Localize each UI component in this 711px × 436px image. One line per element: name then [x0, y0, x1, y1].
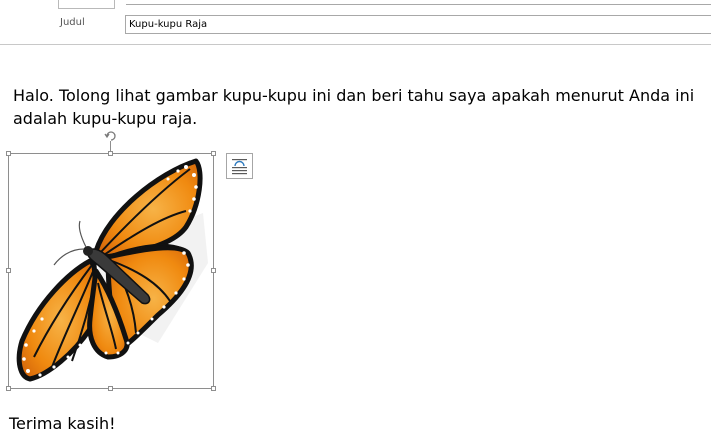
resize-handle-bottom[interactable]	[108, 386, 113, 391]
resize-handle-top[interactable]	[108, 151, 113, 156]
sign-off-text[interactable]: Terima kasih!	[9, 412, 116, 435]
header-field-line	[126, 4, 711, 5]
subject-input[interactable]: Kupu-kupu Raja	[125, 15, 711, 34]
layout-options-button[interactable]	[226, 153, 253, 179]
rotate-icon[interactable]	[104, 128, 118, 142]
resize-handle-left[interactable]	[6, 268, 11, 273]
layout-options-icon	[232, 159, 247, 175]
resize-handle-top-right[interactable]	[211, 151, 216, 156]
resize-handle-right[interactable]	[211, 268, 216, 273]
subject-label: Judul	[60, 17, 85, 28]
resize-handle-bottom-left[interactable]	[6, 386, 11, 391]
header-divider	[0, 44, 711, 45]
image-selection-frame	[8, 153, 214, 389]
message-body-text[interactable]: Halo. Tolong lihat gambar kupu-kupu ini …	[13, 84, 711, 130]
header-field-box	[58, 0, 115, 9]
resize-handle-bottom-right[interactable]	[211, 386, 216, 391]
resize-handle-top-left[interactable]	[6, 151, 11, 156]
